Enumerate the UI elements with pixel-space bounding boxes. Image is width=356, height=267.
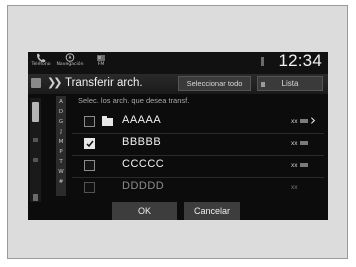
alpha-index-item[interactable]: A bbox=[56, 99, 66, 105]
scroll-track-mark bbox=[33, 158, 38, 162]
list-item[interactable]: DDDDD xx bbox=[72, 178, 324, 200]
clock: 12:34 bbox=[278, 52, 322, 70]
signal-icon bbox=[261, 57, 264, 66]
file-name: CCCCC bbox=[122, 158, 165, 170]
meta-bar-icon bbox=[299, 119, 308, 124]
file-meta: xx bbox=[291, 184, 298, 191]
list-item[interactable]: CCCCC xx bbox=[72, 156, 324, 178]
status-bar: Teléfono Navegación FM 12:34 bbox=[28, 52, 328, 74]
row-checkbox[interactable] bbox=[84, 116, 95, 127]
file-meta: xx bbox=[291, 140, 308, 147]
file-meta-text: xx bbox=[291, 162, 298, 169]
menu-icon[interactable] bbox=[31, 78, 41, 88]
scroll-thumb[interactable] bbox=[32, 102, 39, 122]
status-item-navigation-label: Navegación bbox=[56, 62, 84, 67]
alphabet-index: A D G J M P T W # bbox=[56, 96, 66, 196]
row-checkbox[interactable] bbox=[84, 160, 95, 171]
head-unit-screen: Teléfono Navegación FM 12:34 ❯❯ Transfer… bbox=[28, 52, 328, 220]
alpha-index-item[interactable]: T bbox=[56, 159, 66, 165]
status-item-navigation[interactable]: Navegación bbox=[54, 53, 86, 68]
alpha-index-item[interactable]: D bbox=[56, 109, 66, 115]
file-meta: xx bbox=[291, 162, 308, 169]
list-mark-icon bbox=[261, 82, 265, 87]
row-checkbox[interactable] bbox=[84, 182, 95, 193]
file-meta-text: xx bbox=[291, 184, 298, 191]
list-button[interactable]: Lista bbox=[257, 76, 323, 91]
alpha-index-item[interactable]: P bbox=[56, 149, 66, 155]
instruction-text: Selec. los arch. que desea transf. bbox=[78, 96, 190, 105]
scrollbar[interactable] bbox=[30, 98, 41, 216]
status-item-phone[interactable]: Teléfono bbox=[30, 53, 52, 68]
alpha-index-item[interactable]: G bbox=[56, 119, 66, 125]
cancel-button[interactable]: Cancelar bbox=[184, 202, 240, 220]
ok-button[interactable]: OK bbox=[112, 202, 177, 220]
list-item[interactable]: BBBBB xx bbox=[72, 134, 324, 156]
bottom-bar: OK Cancelar bbox=[28, 202, 328, 220]
chevron-right-icon[interactable]: › bbox=[310, 111, 316, 129]
double-chevron-icon[interactable]: ❯❯ bbox=[47, 76, 63, 89]
scroll-end-mark bbox=[33, 194, 38, 201]
select-all-button[interactable]: Seleccionar todo bbox=[178, 76, 251, 91]
list-button-label: Lista bbox=[281, 79, 299, 88]
checkmark-icon bbox=[86, 140, 94, 148]
alpha-index-item[interactable]: M bbox=[56, 139, 66, 145]
phone-icon bbox=[37, 53, 46, 62]
folder-icon bbox=[102, 116, 113, 126]
page-title: Transferir arch. bbox=[65, 77, 143, 89]
list-item[interactable]: AAAAA xx › bbox=[72, 111, 324, 134]
file-name: DDDDD bbox=[122, 180, 165, 192]
row-checkbox[interactable] bbox=[84, 138, 95, 149]
title-bar: ❯❯ Transferir arch. Seleccionar todo Lis… bbox=[28, 74, 328, 94]
radio-icon bbox=[97, 55, 105, 61]
file-meta-text: xx bbox=[291, 118, 298, 125]
file-name: AAAAA bbox=[122, 114, 162, 126]
alpha-index-item[interactable]: W bbox=[56, 169, 66, 175]
alpha-index-item[interactable]: # bbox=[56, 179, 66, 185]
alpha-index-item[interactable]: J bbox=[56, 129, 66, 135]
meta-bar-icon bbox=[299, 163, 308, 168]
file-meta: xx bbox=[291, 118, 308, 125]
status-item-fm[interactable]: FM bbox=[92, 53, 110, 68]
file-meta-text: xx bbox=[291, 140, 298, 147]
scroll-track-mark bbox=[33, 138, 38, 142]
file-name: BBBBB bbox=[122, 136, 162, 148]
status-item-fm-label: FM bbox=[97, 62, 105, 67]
navigation-icon bbox=[65, 53, 75, 62]
meta-bar-icon bbox=[299, 141, 308, 146]
status-item-phone-label: Teléfono bbox=[31, 62, 51, 67]
